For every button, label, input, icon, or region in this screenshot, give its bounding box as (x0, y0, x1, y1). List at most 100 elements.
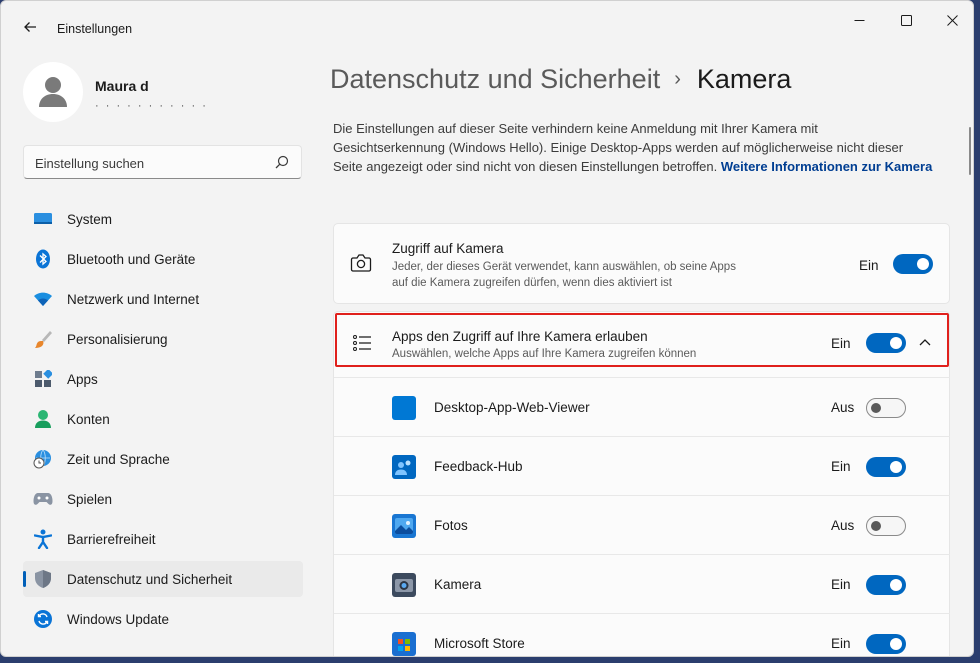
learn-more-link[interactable]: Weitere Informationen zur Kamera (721, 159, 932, 174)
app-name: Desktop-App-Web-Viewer (434, 400, 590, 415)
app-name: Feedback-Hub (434, 459, 523, 474)
accessibility-icon (33, 529, 53, 549)
toggle-knob (871, 521, 881, 531)
sidebar-item-bluetooth[interactable]: Bluetooth und Geräte (23, 241, 303, 277)
page-description: Die Einstellungen auf dieser Seite verhi… (333, 119, 933, 176)
system-display-icon (33, 209, 53, 229)
minimize-button[interactable] (836, 7, 882, 37)
sidebar-item-label: Netzwerk und Internet (67, 292, 200, 307)
settings-window: Einstellungen Maura d · · · · · · · · · … (0, 0, 974, 657)
feedback-hub-icon (392, 455, 416, 479)
scrollbar[interactable] (969, 127, 971, 175)
camera-access-card: Zugriff auf Kamera Jeder, der dieses Ger… (333, 223, 950, 304)
app-row-microsoft-store: Microsoft Store Ein (334, 613, 950, 656)
toggle-knob (917, 258, 929, 270)
search-icon (275, 155, 291, 171)
breadcrumb: Datenschutz und Sicherheit › Kamera (330, 64, 791, 95)
breadcrumb-separator: › (674, 68, 681, 90)
shield-icon (33, 569, 53, 589)
app-row-fotos: Fotos Aus (334, 495, 950, 554)
avatar (23, 62, 83, 122)
toggle-knob (890, 461, 902, 473)
close-icon (946, 13, 958, 31)
app-row-kamera: Kamera Ein (334, 554, 950, 613)
app-state: Aus (831, 400, 855, 415)
sidebar-item-label: Zeit und Sprache (67, 452, 170, 467)
camera-access-subtitle-2: auf die Kamera zugreifen dürfen, wenn di… (392, 277, 672, 289)
breadcrumb-parent[interactable]: Datenschutz und Sicherheit (330, 64, 660, 94)
person-avatar-icon (39, 77, 67, 107)
app-title: Einstellungen (57, 22, 133, 36)
maximize-button[interactable] (883, 7, 929, 37)
brush-icon (33, 329, 53, 349)
sidebar-item-label: Bluetooth und Geräte (67, 252, 196, 267)
chevron-up-icon[interactable] (917, 335, 933, 349)
arrow-left-icon (23, 20, 37, 39)
sidebar-nav: System Bluetooth und Geräte Netzwerk und… (23, 201, 303, 641)
app-state: Ein (831, 459, 851, 474)
sidebar-item-label: Personalisierung (67, 332, 168, 347)
person-icon (33, 409, 53, 429)
sidebar-item-label: System (67, 212, 113, 227)
web-viewer-icon (392, 396, 416, 420)
app-name: Microsoft Store (434, 636, 525, 651)
search-placeholder: Einstellung suchen (35, 156, 145, 171)
user-email: · · · · · · · · · · · (95, 100, 208, 112)
app-toggle[interactable] (866, 398, 906, 418)
app-row-feedback-hub: Feedback-Hub Ein (334, 436, 950, 495)
maximize-icon (900, 13, 912, 31)
page-title: Kamera (696, 64, 792, 94)
toggle-knob (890, 579, 902, 591)
sidebar-item-accounts[interactable]: Konten (23, 401, 303, 437)
gamepad-icon (33, 489, 53, 509)
sidebar-item-time-language[interactable]: Zeit und Sprache (23, 441, 303, 477)
bluetooth-icon (33, 249, 53, 269)
sidebar-item-label: Spielen (67, 492, 113, 507)
app-name: Fotos (434, 518, 468, 533)
app-row-desktop-app-web-viewer: Desktop-App-Web-Viewer Aus (334, 377, 950, 436)
user-name: Maura d (95, 78, 149, 94)
apps-icon (33, 369, 53, 389)
sidebar-item-apps[interactable]: Apps (23, 361, 303, 397)
sidebar-item-accessibility[interactable]: Barrierefreiheit (23, 521, 303, 557)
sidebar-item-gaming[interactable]: Spielen (23, 481, 303, 517)
wifi-icon (33, 289, 53, 309)
camera-access-subtitle-1: Jeder, der dieses Gerät verwendet, kann … (392, 261, 736, 273)
camera-app-icon (392, 573, 416, 597)
title-bar: Einstellungen (1, 1, 973, 53)
app-name: Kamera (434, 577, 482, 592)
sidebar-item-privacy-security[interactable]: Datenschutz und Sicherheit (23, 561, 303, 597)
app-state: Aus (831, 518, 855, 533)
app-toggle[interactable] (866, 457, 906, 477)
sidebar-item-label: Windows Update (67, 612, 170, 627)
app-toggle[interactable] (866, 516, 906, 536)
update-icon (33, 609, 53, 629)
camera-access-toggle[interactable] (893, 254, 933, 274)
toggle-knob (890, 638, 902, 650)
globe-clock-icon (33, 449, 53, 469)
sidebar-item-windows-update[interactable]: Windows Update (23, 601, 303, 637)
sidebar-item-system[interactable]: System (23, 201, 303, 237)
user-profile[interactable]: Maura d · · · · · · · · · · · (23, 62, 303, 122)
sidebar-item-label: Apps (67, 372, 98, 387)
close-button[interactable] (929, 7, 973, 37)
sidebar-item-label: Datenschutz und Sicherheit (67, 572, 233, 587)
sidebar-item-label: Konten (67, 412, 110, 427)
app-state: Ein (831, 636, 851, 651)
minimize-icon (854, 13, 865, 31)
store-icon (392, 632, 416, 656)
back-button[interactable] (15, 15, 45, 43)
app-state: Ein (831, 577, 851, 592)
search-input[interactable]: Einstellung suchen (23, 145, 302, 179)
photos-icon (392, 514, 416, 538)
camera-access-state: Ein (859, 258, 879, 273)
toggle-knob (871, 403, 881, 413)
camera-icon (350, 253, 372, 275)
sidebar-item-personalization[interactable]: Personalisierung (23, 321, 303, 357)
app-toggle[interactable] (866, 575, 906, 595)
sidebar-item-label: Barrierefreiheit (67, 532, 156, 547)
highlight-box (335, 313, 949, 367)
app-toggle[interactable] (866, 634, 906, 654)
camera-access-title: Zugriff auf Kamera (392, 241, 504, 256)
sidebar-item-network[interactable]: Netzwerk und Internet (23, 281, 303, 317)
